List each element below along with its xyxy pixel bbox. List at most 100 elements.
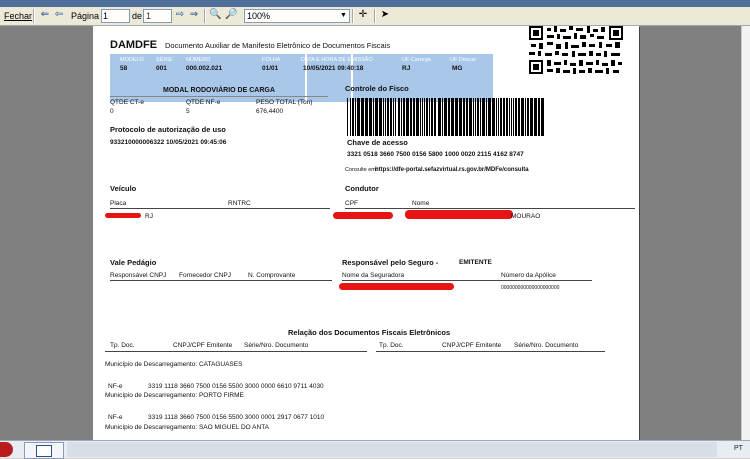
barcode-bar	[475, 98, 476, 136]
last-page-icon[interactable]: ⇒	[188, 9, 200, 21]
barcode-bar	[393, 98, 394, 136]
numero-label: NÚMERO	[186, 57, 211, 63]
page-number-input[interactable]: 1	[101, 9, 130, 23]
uf-descarrega-value: MG	[452, 65, 463, 72]
numero-value: 000.002.021	[186, 65, 223, 72]
modelo-label: MODELO	[120, 57, 144, 63]
barcode-bar	[357, 98, 360, 136]
barcode-bar	[424, 98, 425, 136]
apolice-value: 000000000000000000000	[501, 285, 560, 291]
barcode-bar	[500, 98, 502, 136]
municipio-row: Município de Descarregamento: SAO MIGUEL…	[105, 424, 269, 432]
seguro-value: EMITENTE	[459, 259, 492, 266]
barcode-bar	[426, 98, 428, 136]
barcode-bar	[375, 98, 378, 136]
prev-page-icon[interactable]: ⇦	[53, 9, 65, 21]
toolbar-separator	[352, 9, 354, 23]
doc-title: DAMDFE	[110, 39, 158, 51]
rntrc-label: RNTRC	[228, 200, 251, 207]
barcode-bar	[442, 98, 443, 136]
barcode-bar	[448, 98, 450, 136]
emissao-label: DATA E HORA DE EMISSÃO	[301, 57, 373, 63]
barcode-bar	[498, 98, 499, 136]
controle-fisco-label: Controle do Fisco	[345, 84, 409, 93]
barcode-bar	[492, 98, 495, 136]
barcode-bar	[459, 98, 462, 136]
barcode-bar	[413, 98, 415, 136]
chevron-down-icon[interactable]: ▼	[338, 10, 349, 22]
nfe-key: 3319 1118 3660 7500 0156 5500 3000 0000 …	[148, 383, 324, 390]
qtd-cte-value: 0	[110, 108, 114, 115]
move-tool-icon[interactable]: ✛	[357, 9, 369, 21]
taskbar-app-button[interactable]	[24, 442, 64, 459]
page-label: Página	[71, 11, 100, 21]
barcode-bar	[503, 98, 505, 136]
first-page-icon[interactable]: ⇐	[39, 9, 51, 21]
municipio-label: Município de Descarregamento:	[105, 424, 198, 431]
col-cnpj-2: CNPJ/CPF Emitente	[442, 342, 502, 349]
next-page-icon[interactable]: ⇨	[174, 9, 186, 21]
municipio-row: Município de Descarregamento: CATAGUASES	[105, 361, 242, 369]
barcode-bar	[431, 98, 433, 136]
doc-subtitle: Documento Auxiliar de Manifesto Eletrôni…	[165, 41, 391, 50]
n-comprovante-label: N. Comprovante	[248, 272, 296, 279]
col-serie-2: Série/Nro. Documento	[514, 342, 579, 349]
barcode-bar	[387, 98, 389, 136]
report-viewer: DAMDFE Documento Auxiliar de Manifesto E…	[0, 26, 750, 440]
veiculo-title: Veículo	[110, 184, 137, 193]
barcode-bar	[538, 98, 540, 136]
uf-descarrega-label: UF Descar	[450, 57, 477, 63]
municipio-city: CATAGUASES	[198, 361, 243, 368]
toolbar-separator	[204, 9, 206, 23]
condutor-title: Condutor	[345, 184, 379, 193]
peso-label: PESO TOTAL (Ton)	[256, 99, 313, 106]
barcode-bar	[350, 98, 351, 136]
redaction-mark	[105, 213, 141, 218]
window-icon	[36, 445, 52, 457]
modal-title: MODAL RODOVIÁRIO DE CARGA	[163, 87, 275, 94]
barcode-bar	[416, 98, 419, 136]
municipio-label: Município de Descarregamento:	[105, 361, 198, 368]
barcode-bar	[530, 98, 533, 136]
placa-uf: RJ	[145, 213, 153, 220]
barcode-bar	[379, 98, 382, 136]
barcode-bar	[477, 98, 479, 136]
nome-label: Nome	[412, 200, 430, 207]
uf-carrega-value: RJ	[402, 65, 411, 72]
folha-value: 01/01	[262, 65, 279, 72]
barcode-bar	[469, 98, 472, 136]
barcode-bar	[509, 98, 510, 136]
start-button[interactable]	[0, 442, 13, 457]
barcode-bar	[527, 98, 529, 136]
zoom-out-icon[interactable]: 🔍	[209, 9, 221, 21]
barcode-bar	[361, 98, 364, 136]
uf-carrega-label: UF Carrega	[402, 57, 431, 63]
zoom-value: 100%	[247, 11, 271, 21]
pointer-tool-icon[interactable]: ➤	[379, 9, 391, 21]
barcode-bar	[511, 98, 512, 136]
close-button[interactable]: Fechar	[4, 9, 32, 23]
barcode-bar	[390, 98, 392, 136]
barcode-bar	[506, 98, 508, 136]
seguradora-label: Nome da Seguradora	[342, 272, 405, 279]
divider	[105, 351, 367, 352]
folha-label: FOLHA	[262, 57, 281, 63]
zoom-in-icon[interactable]: 🔎	[225, 9, 237, 21]
zoom-select[interactable]: 100% ▼	[244, 9, 350, 23]
barcode-bar	[521, 98, 524, 136]
municipio-label: Município de Descarregamento:	[105, 392, 198, 399]
col-serie: Série/Nro. Documento	[244, 342, 309, 349]
chave-acesso-value: 3321 0518 3660 7500 0156 5800 1000 0020 …	[347, 151, 524, 158]
relacao-title: Relação dos Documentos Fiscais Eletrônic…	[288, 328, 451, 337]
vertical-scrollbar[interactable]	[741, 26, 750, 440]
barcode-bar	[365, 98, 368, 136]
nfe-doc: NF-e	[108, 383, 123, 390]
barcode-bar	[422, 98, 423, 136]
barcode-bar	[406, 98, 409, 136]
page-total-field: 1	[143, 9, 172, 23]
divider	[110, 96, 328, 97]
barcode-bar	[398, 98, 400, 136]
language-indicator[interactable]: PT	[734, 445, 743, 453]
serie-label: SÉRIE	[156, 57, 173, 63]
barcode-bar	[352, 98, 354, 136]
